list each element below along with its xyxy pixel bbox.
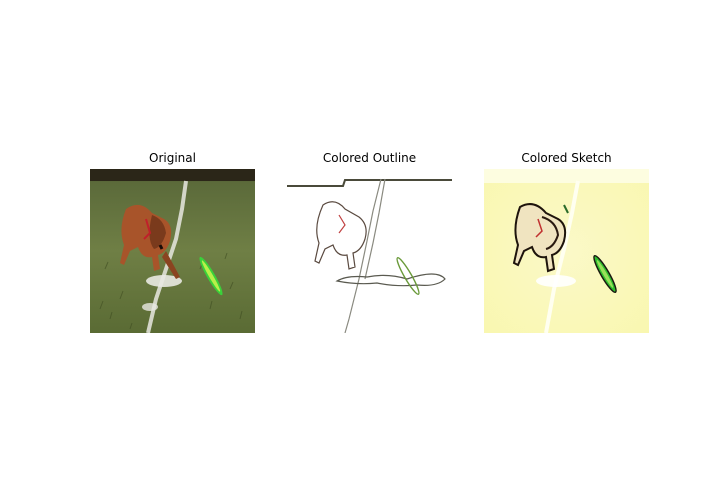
panel-title-original: Original bbox=[149, 151, 196, 165]
colored-outline-image bbox=[287, 169, 452, 333]
colored-outline-drawing bbox=[287, 169, 452, 333]
colored-sketch-image bbox=[484, 169, 649, 333]
panel-title-colored-sketch: Colored Sketch bbox=[521, 151, 612, 165]
original-photo-drawing bbox=[90, 169, 255, 333]
original-image bbox=[90, 169, 255, 333]
panel-title-colored-outline: Colored Outline bbox=[322, 151, 417, 165]
colored-sketch-drawing bbox=[484, 169, 649, 333]
